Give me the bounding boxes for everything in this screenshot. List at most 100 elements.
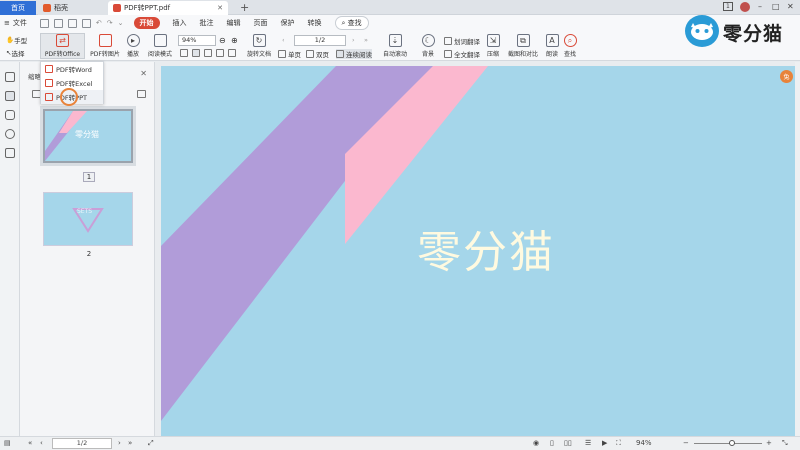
menu-comment[interactable]: 批注 xyxy=(200,18,214,28)
fit-icon[interactable]: ⤢ xyxy=(148,439,154,448)
redo-icon[interactable]: ↷ xyxy=(107,19,113,27)
menu-insert[interactable]: 插入 xyxy=(173,18,187,28)
new-tab-button[interactable]: + xyxy=(240,1,249,14)
screenshot-compare-button[interactable]: ⧉ 截图和对比 xyxy=(506,34,540,58)
undo-icon[interactable]: ↶ xyxy=(96,19,102,27)
next-page-icon[interactable]: › xyxy=(352,36,355,44)
tab-document[interactable]: PDF转PPT.pdf ✕ xyxy=(108,1,228,15)
open-file-icon[interactable] xyxy=(53,18,63,28)
continuous-label: 连续阅读 xyxy=(346,51,372,59)
thumbnail-icon[interactable] xyxy=(5,91,15,101)
thumbnail-page-1[interactable]: 零分猫 xyxy=(40,106,136,166)
compress-label: 压缩 xyxy=(486,51,499,58)
zoom-select[interactable]: 94% xyxy=(178,35,216,46)
play-view-icon[interactable]: ▶ xyxy=(602,439,607,447)
chevron-down-icon[interactable]: ⌄ xyxy=(118,19,124,27)
menu-file[interactable]: 文件 xyxy=(13,18,27,28)
sidebar-toggle-icon[interactable]: ▤ xyxy=(4,439,11,447)
zoom-out-button[interactable]: − xyxy=(683,439,689,447)
single-view-icon[interactable]: ▯ xyxy=(550,439,554,447)
tab-close-icon[interactable]: ✕ xyxy=(217,4,223,12)
signature-icon[interactable] xyxy=(5,148,15,158)
rotate-document-button[interactable]: ↻ 旋转文档 xyxy=(245,34,273,58)
status-page-input[interactable]: 1/2 xyxy=(52,438,112,449)
hand-label: 手型 xyxy=(14,37,28,45)
rotate-label: 旋转文档 xyxy=(246,51,271,58)
hand-tool[interactable]: ✋ 手型 xyxy=(6,35,27,45)
panel-close-icon[interactable]: ✕ xyxy=(140,69,147,78)
status-last-page-icon[interactable]: » xyxy=(128,439,132,447)
fit-window-icon[interactable]: ⤡ xyxy=(782,439,788,448)
translate-icon xyxy=(444,37,452,45)
logo-text: 零分猫 xyxy=(723,23,784,45)
attachment-icon[interactable] xyxy=(5,129,15,139)
eye-protect-icon[interactable]: ◉ xyxy=(533,439,539,447)
zoom-slider-track[interactable] xyxy=(694,443,762,444)
double-page-button[interactable]: 双页 xyxy=(306,49,329,59)
restore-button[interactable]: □ xyxy=(772,2,780,11)
comment-icon[interactable] xyxy=(5,110,15,120)
tab-docer[interactable]: 稻壳 xyxy=(38,1,108,15)
image-icon xyxy=(98,34,112,47)
page-number-input[interactable]: 1/2 xyxy=(294,35,346,46)
actual-size-icon[interactable] xyxy=(204,49,212,57)
user-avatar[interactable] xyxy=(740,2,750,12)
single-page-button[interactable]: 单页 xyxy=(278,49,301,59)
continuous-read-button[interactable]: 连续阅读 xyxy=(336,49,372,59)
pdf-to-office-button[interactable]: ⇄ PDF转Office xyxy=(40,33,85,59)
auto-scroll-button[interactable]: ⇣ 自动滚动 xyxy=(380,34,410,58)
status-prev-page-icon[interactable]: ‹ xyxy=(40,439,43,447)
first-page-icon[interactable]: « xyxy=(28,439,32,447)
compress-button[interactable]: ⇲ 压缩 xyxy=(484,34,502,58)
zoom-slider-thumb[interactable] xyxy=(729,440,735,446)
tab-home[interactable]: 首页 xyxy=(0,1,36,15)
menu-protect[interactable]: 保护 xyxy=(281,18,295,28)
zoom-out-icon[interactable]: ⊖ xyxy=(219,36,226,45)
read-aloud-button[interactable]: A 朗读 xyxy=(544,34,560,58)
auto-scroll-icon: ⇣ xyxy=(388,34,402,47)
vertical-scrollbar[interactable] xyxy=(795,62,800,436)
hand-icon: ✋ xyxy=(6,36,15,44)
status-zoom-value[interactable]: 94% xyxy=(636,439,652,447)
menu-convert[interactable]: 转换 xyxy=(308,18,322,28)
menu-start[interactable]: 开始 xyxy=(133,17,160,29)
menu-page[interactable]: 页面 xyxy=(254,18,268,28)
screenshot-icon: ⧉ xyxy=(516,34,530,47)
rotate-left-icon[interactable] xyxy=(216,49,224,57)
word-translate-button[interactable]: 划词翻译 xyxy=(444,36,480,46)
select-tool[interactable]: ↖ 选择 xyxy=(6,48,24,58)
thumbnail-page-2[interactable]: SETS xyxy=(43,192,133,246)
new-file-icon[interactable] xyxy=(39,18,49,28)
tab-document-label: PDF转PPT.pdf xyxy=(124,4,171,12)
assistant-badge[interactable]: 兔 xyxy=(780,70,793,83)
search-button[interactable]: ⌕ 查找 xyxy=(334,16,369,30)
play-button[interactable]: ▸ 播放 xyxy=(124,34,142,58)
status-next-page-icon[interactable]: › xyxy=(118,439,121,447)
zoom-in-button[interactable]: + xyxy=(766,439,772,447)
rotate-right-icon[interactable] xyxy=(228,49,236,57)
single-page-icon xyxy=(278,50,286,58)
last-page-icon[interactable]: » xyxy=(364,36,368,44)
prev-page-icon[interactable]: ‹ xyxy=(282,36,285,44)
zoom-in-icon[interactable]: ⊕ xyxy=(231,36,238,45)
hamburger-icon[interactable]: ≡ xyxy=(4,19,10,27)
bookmark-icon[interactable] xyxy=(5,72,15,82)
minimize-button[interactable]: – xyxy=(758,2,762,11)
find-button[interactable]: ⌕ 查找 xyxy=(562,34,578,58)
fullscreen-icon[interactable]: ⛶ xyxy=(616,439,621,448)
save-icon[interactable] xyxy=(67,18,77,28)
fit-width-icon[interactable] xyxy=(192,49,200,57)
page-count-badge: 1 xyxy=(723,2,733,11)
dropdown-item-pdf-to-word[interactable]: PDF转Word xyxy=(41,62,103,76)
read-mode-button[interactable]: 阅读模式 xyxy=(145,34,175,58)
background-button[interactable]: ☾ 背景 xyxy=(418,34,438,58)
print-icon[interactable] xyxy=(81,18,91,28)
full-translate-button[interactable]: 全文翻译 xyxy=(444,49,480,59)
thumbnail-image-icon-right[interactable] xyxy=(137,90,146,98)
close-window-button[interactable]: ✕ xyxy=(787,2,794,11)
menu-edit[interactable]: 编辑 xyxy=(227,18,241,28)
double-view-icon[interactable]: ▯▯ xyxy=(564,439,572,447)
fit-page-icon[interactable] xyxy=(180,49,188,57)
continuous-view-icon[interactable]: ☰ xyxy=(585,439,591,447)
pdf-to-image-button[interactable]: PDF转图片 xyxy=(88,34,122,58)
